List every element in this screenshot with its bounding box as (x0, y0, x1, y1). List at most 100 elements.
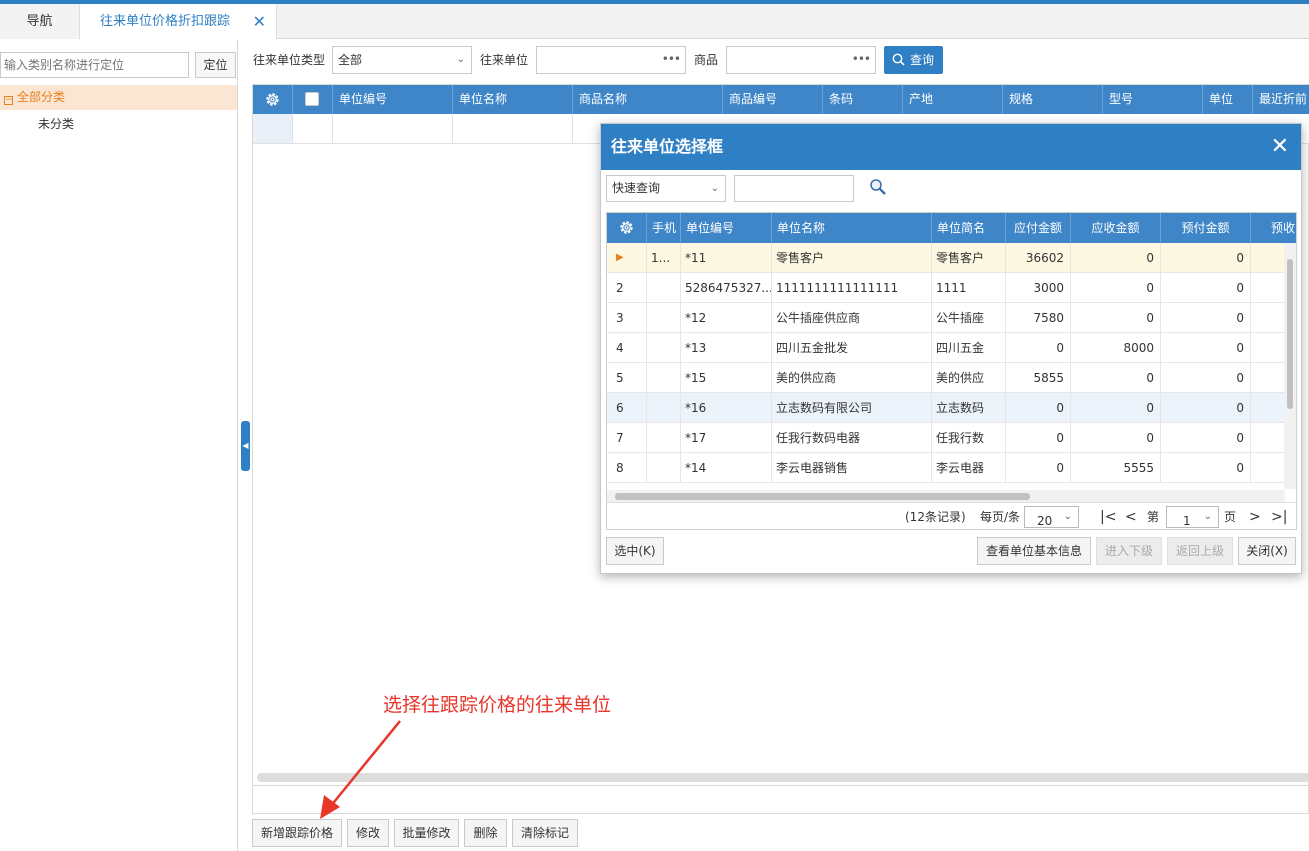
last-page-icon[interactable]: >| (1271, 503, 1287, 529)
col-header[interactable]: 商品名称 (573, 85, 723, 114)
table-cell: 5286475327... (681, 273, 772, 303)
add-tracking-price-button[interactable]: 新增跟踪价格 (252, 819, 342, 847)
page-select[interactable]: 1 ⌄ (1166, 506, 1219, 528)
table-cell (1251, 423, 1285, 453)
tree-item-uncategorized[interactable]: 未分类 (38, 115, 74, 132)
select-all-header[interactable] (293, 85, 333, 114)
view-unit-info-button[interactable]: 查看单位基本信息 (977, 537, 1091, 565)
col-header[interactable]: 最近折前 (1253, 85, 1309, 114)
first-page-icon[interactable]: |< (1100, 503, 1116, 529)
tree-item-all[interactable]: − 全部分类 (0, 85, 237, 110)
col-header-prereceived[interactable]: 预收 (1251, 213, 1296, 243)
col-header[interactable]: 产地 (903, 85, 1003, 114)
edit-button[interactable]: 修改 (347, 819, 389, 847)
per-page-label: 每页/条 (980, 510, 1021, 524)
enter-sub-level-button[interactable]: 进入下级 (1096, 537, 1162, 565)
prev-page-icon[interactable]: < (1125, 503, 1137, 529)
panel-collapse-handle[interactable]: ◀ (241, 421, 250, 471)
tab-price-discount-tracking[interactable]: 往来单位价格折扣跟踪 ✕ (80, 4, 277, 39)
col-header-payable[interactable]: 应付金额 (1006, 213, 1071, 243)
close-button[interactable]: 关闭(X) (1238, 537, 1296, 565)
tab-navigation[interactable]: 导航 (0, 4, 80, 39)
select-all-checkbox[interactable] (305, 92, 319, 106)
table-cell (1251, 303, 1285, 333)
table-cell: *16 (681, 393, 772, 423)
goods-input[interactable]: ••• (726, 46, 876, 74)
settings-column-header[interactable] (253, 85, 293, 114)
col-header[interactable]: 商品编号 (723, 85, 823, 114)
batch-edit-button[interactable]: 批量修改 (394, 819, 459, 847)
empty-row-cell[interactable] (333, 114, 453, 144)
collapse-icon[interactable]: − (4, 96, 13, 105)
col-header[interactable]: 条码 (823, 85, 903, 114)
table-cell: 公牛插座供应商 (772, 303, 932, 333)
table-cell: 7 (607, 423, 647, 453)
table-cell: 0 (1006, 393, 1071, 423)
search-icon[interactable] (869, 178, 887, 196)
table-row[interactable]: 6 *16 立志数码有限公司 立志数码 0 0 0 (607, 393, 1285, 423)
col-header[interactable]: 单位 (1203, 85, 1253, 114)
col-header-receivable[interactable]: 应收金额 (1071, 213, 1161, 243)
table-row[interactable]: ▶ 1... *11 零售客户 零售客户 36602 0 0 (607, 243, 1285, 273)
delete-button[interactable]: 删除 (464, 819, 507, 847)
table-row[interactable]: 7 *17 任我行数码电器 任我行数 0 0 0 (607, 423, 1285, 453)
table-row[interactable]: 2 5286475327... 1111111111111111 1111 3000 0 0 (607, 273, 1285, 303)
table-cell: 零售客户 (932, 243, 1006, 273)
table-cell: *15 (681, 363, 772, 393)
scroll-thumb[interactable] (615, 493, 1030, 500)
close-icon[interactable]: ✕ (253, 4, 266, 39)
col-header[interactable]: 型号 (1103, 85, 1203, 114)
col-header-name[interactable]: 单位名称 (772, 213, 932, 243)
more-icon[interactable]: ••• (662, 53, 681, 65)
col-header-short[interactable]: 单位简名 (932, 213, 1006, 243)
table-row[interactable]: 3 *12 公牛插座供应商 公牛插座 7580 0 0 (607, 303, 1285, 333)
more-icon[interactable]: ••• (852, 53, 871, 65)
per-page-select[interactable]: 20 ⌄ (1024, 506, 1079, 528)
query-button[interactable]: 查询 (884, 46, 943, 74)
tab-label: 往来单位价格折扣跟踪 (100, 14, 231, 29)
goods-label: 商品 (694, 53, 719, 67)
col-header[interactable]: 单位编号 (333, 85, 453, 114)
clear-mark-button[interactable]: 清除标记 (512, 819, 578, 847)
scroll-thumb[interactable] (1287, 259, 1293, 409)
table-cell (647, 303, 681, 333)
empty-row-cell[interactable] (293, 114, 333, 144)
table-row[interactable]: 5 *15 美的供应商 美的供应 5855 0 0 (607, 363, 1285, 393)
unit-type-label: 往来单位类型 (253, 53, 326, 67)
col-header[interactable]: 单位名称 (453, 85, 573, 114)
locate-button[interactable]: 定位 (195, 52, 236, 78)
page-suffix: 页 (1224, 510, 1237, 524)
search-mode-select[interactable]: 快速查询 ⌄ (606, 175, 726, 202)
vertical-scrollbar[interactable] (1284, 243, 1296, 489)
horizontal-scrollbar[interactable] (257, 773, 1309, 782)
table-row[interactable]: 8 *14 李云电器销售 李云电器 0 5555 0 (607, 453, 1285, 483)
empty-row-cell[interactable] (453, 114, 573, 144)
category-search-input[interactable] (0, 52, 189, 78)
dialog-search-input[interactable] (734, 175, 854, 202)
empty-row-cell[interactable] (253, 114, 293, 144)
close-icon[interactable]: ✕ (1271, 124, 1289, 170)
col-header-prepaid[interactable]: 预付金额 (1161, 213, 1251, 243)
table-cell: 四川五金批发 (772, 333, 932, 363)
next-page-icon[interactable]: > (1249, 503, 1261, 529)
tree-label: 全部分类 (17, 90, 66, 104)
unit-type-select[interactable]: 全部 ⌄ (332, 46, 472, 74)
unit-input[interactable]: ••• (536, 46, 686, 74)
table-row[interactable]: 4 *13 四川五金批发 四川五金 0 8000 0 (607, 333, 1285, 363)
gear-icon[interactable] (618, 219, 635, 236)
table-cell (1251, 333, 1285, 363)
table-cell: 0 (1071, 423, 1161, 453)
settings-column-header[interactable] (607, 213, 647, 243)
horizontal-scrollbar[interactable] (607, 490, 1285, 502)
table-cell: 美的供应 (932, 363, 1006, 393)
col-header-phone[interactable]: 手机 (647, 213, 681, 243)
select-button[interactable]: 选中(K) (606, 537, 664, 565)
col-header[interactable]: 规格 (1003, 85, 1103, 114)
table-cell: 8 (607, 453, 647, 483)
col-header-code[interactable]: 单位编号 (681, 213, 772, 243)
table-cell: *14 (681, 453, 772, 483)
page-prefix: 第 (1147, 510, 1160, 524)
back-up-level-button[interactable]: 返回上级 (1167, 537, 1233, 565)
gear-icon[interactable] (264, 91, 281, 108)
table-cell (647, 273, 681, 303)
